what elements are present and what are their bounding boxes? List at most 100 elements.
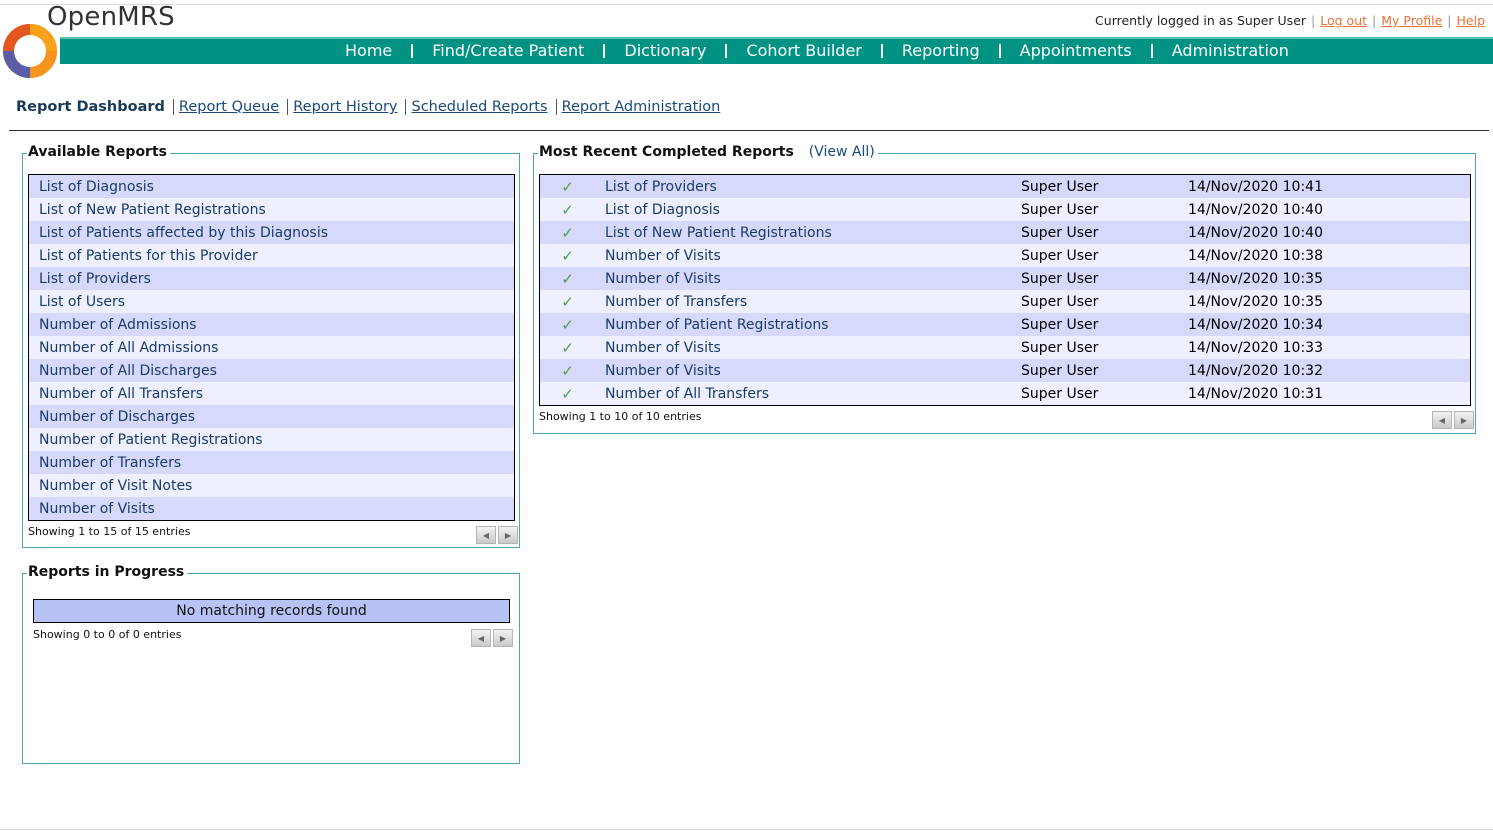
next-page-icon[interactable]: ▶ [498,526,518,544]
report-name[interactable]: Number of Visits [595,267,1021,290]
table-row[interactable]: ✓ List of New Patient Registrations Super … [539,221,1471,244]
completed-date: 14/Nov/2020 10:34 [1188,316,1323,333]
report-name[interactable]: List of Diagnosis [29,175,515,199]
nav-reporting[interactable]: Reporting [883,41,999,60]
report-name[interactable]: Number of Patient Registrations [595,313,1021,336]
report-name[interactable]: Number of Visits [595,244,1021,267]
table-row[interactable]: Number of Discharges [28,405,515,428]
report-name[interactable]: Number of Discharges [29,405,515,428]
subnav-report-queue[interactable]: Report Queue [179,99,279,115]
report-name[interactable]: Number of All Transfers [595,382,1021,406]
check-icon: ✓ [561,384,574,403]
table-row[interactable]: ✓ Number of All Transfers Super User 14/Nov… [539,382,1471,406]
completed-date: 14/Nov/2020 10:33 [1188,339,1323,356]
table-row[interactable]: List of Patients affected by this Diagno… [28,221,515,244]
requested-by: Super User [1021,224,1099,241]
table-row[interactable]: ✓ Number of Visits Super User 14/Nov/2020 1… [539,336,1471,359]
report-name[interactable]: Number of Transfers [29,451,515,474]
subnav-report-dashboard[interactable]: Report Dashboard [16,99,165,115]
report-name[interactable]: List of Diagnosis [595,198,1021,221]
requested-by: Super User [1021,316,1099,333]
table-row[interactable]: ✓ List of Diagnosis Super User 14/Nov/2020 … [539,198,1471,221]
table-row[interactable]: List of Providers [28,267,515,290]
nav-dictionary[interactable]: Dictionary [605,41,725,60]
separator: | [1447,13,1452,28]
view-all-link[interactable]: (View All) [809,144,875,160]
report-name[interactable]: Number of Visits [595,336,1021,359]
report-name[interactable]: List of New Patient Registrations [29,198,515,221]
table-row[interactable]: List of Patients for this Provider [28,244,515,267]
available-reports-title: Available Reports [27,144,170,160]
table-row[interactable]: Number of All Admissions [28,336,515,359]
logout-link[interactable]: Log out [1320,13,1367,28]
table-row[interactable]: Number of All Transfers [28,382,515,405]
prev-page-icon[interactable]: ◀ [1432,411,1452,429]
report-name[interactable]: Number of Patient Registrations [29,428,515,451]
report-name[interactable]: List of Providers [595,175,1021,199]
report-name[interactable]: Number of Transfers [595,290,1021,313]
table-row[interactable]: List of Diagnosis [28,174,515,199]
report-name[interactable]: Number of All Discharges [29,359,515,382]
table-row[interactable]: Number of Patient Registrations [28,428,515,451]
table-row[interactable]: Number of Visits [28,497,515,521]
table-row[interactable]: ✓ Number of Patient Registrations Super Us… [539,313,1471,336]
table-row[interactable]: Number of All Discharges [28,359,515,382]
completed-reports-table: ✓ List of Providers Super User 14/Nov/2020 … [539,174,1471,406]
available-reports-panel: Available Reports List of Diagnosis List … [22,144,520,548]
subnav-divider [287,99,289,115]
report-name[interactable]: Number of Visits [29,497,515,521]
table-row[interactable]: Number of Transfers [28,451,515,474]
next-page-icon[interactable]: ▶ [1454,411,1474,429]
subnav-divider [172,99,174,115]
report-name[interactable]: Number of Admissions [29,313,515,336]
next-page-icon[interactable]: ▶ [493,629,513,647]
subnav-report-administration[interactable]: Report Administration [562,99,721,115]
table-row[interactable]: ✓ Number of Visits Super User 14/Nov/2020 1… [539,267,1471,290]
report-name[interactable]: List of New Patient Registrations [595,221,1021,244]
top-border [0,4,1493,5]
nav-appointments[interactable]: Appointments [1001,41,1151,60]
report-name[interactable]: List of Users [29,290,515,313]
requested-by: Super User [1021,385,1099,402]
nav-home[interactable]: Home [326,41,411,60]
table-row[interactable]: Number of Admissions [28,313,515,336]
nav-cohort-builder[interactable]: Cohort Builder [727,41,880,60]
report-name[interactable]: Number of All Transfers [29,382,515,405]
requested-by: Super User [1021,293,1099,310]
completed-date: 14/Nov/2020 10:35 [1188,293,1323,310]
completed-reports-legend: Most Recent Completed Reports (View All) [538,144,878,160]
subnav-divider [405,99,407,115]
prev-page-icon[interactable]: ◀ [476,526,496,544]
report-name[interactable]: Number of Visit Notes [29,474,515,497]
table-row[interactable]: List of New Patient Registrations [28,198,515,221]
check-icon: ✓ [561,200,574,219]
in-progress-pager: ◀ ▶ [469,629,513,647]
report-name[interactable]: List of Patients for this Provider [29,244,515,267]
report-name[interactable]: Number of Visits [595,359,1021,382]
table-row[interactable]: ✓ Number of Transfers Super User 14/Nov/202… [539,290,1471,313]
reports-in-progress-title: Reports in Progress [27,564,188,580]
report-name[interactable]: Number of All Admissions [29,336,515,359]
check-icon: ✓ [561,269,574,288]
report-name[interactable]: List of Patients affected by this Diagno… [29,221,515,244]
check-icon: ✓ [561,223,574,242]
separator: | [1372,13,1377,28]
completed-reports-info: Showing 1 to 10 of 10 entries [539,410,702,423]
completed-reports-pager: ◀ ▶ [1430,411,1474,429]
help-link[interactable]: Help [1457,13,1486,28]
table-row[interactable]: ✓ Number of Visits Super User 14/Nov/2020 1… [539,244,1471,267]
check-icon: ✓ [561,361,574,380]
subnav-scheduled-reports[interactable]: Scheduled Reports [411,99,547,115]
subnav-divider [555,99,557,115]
prev-page-icon[interactable]: ◀ [471,629,491,647]
nav-find-create-patient[interactable]: Find/Create Patient [413,41,603,60]
table-row[interactable]: List of Users [28,290,515,313]
my-profile-link[interactable]: My Profile [1381,13,1442,28]
table-row[interactable]: ✓ Number of Visits Super User 14/Nov/2020 1… [539,359,1471,382]
table-row[interactable]: Number of Visit Notes [28,474,515,497]
table-row[interactable]: ✓ List of Providers Super User 14/Nov/2020 … [539,174,1471,199]
available-reports-table: List of Diagnosis List of New Patient Reg… [28,174,515,521]
report-name[interactable]: List of Providers [29,267,515,290]
subnav-report-history[interactable]: Report History [293,99,397,115]
nav-administration[interactable]: Administration [1153,41,1308,60]
